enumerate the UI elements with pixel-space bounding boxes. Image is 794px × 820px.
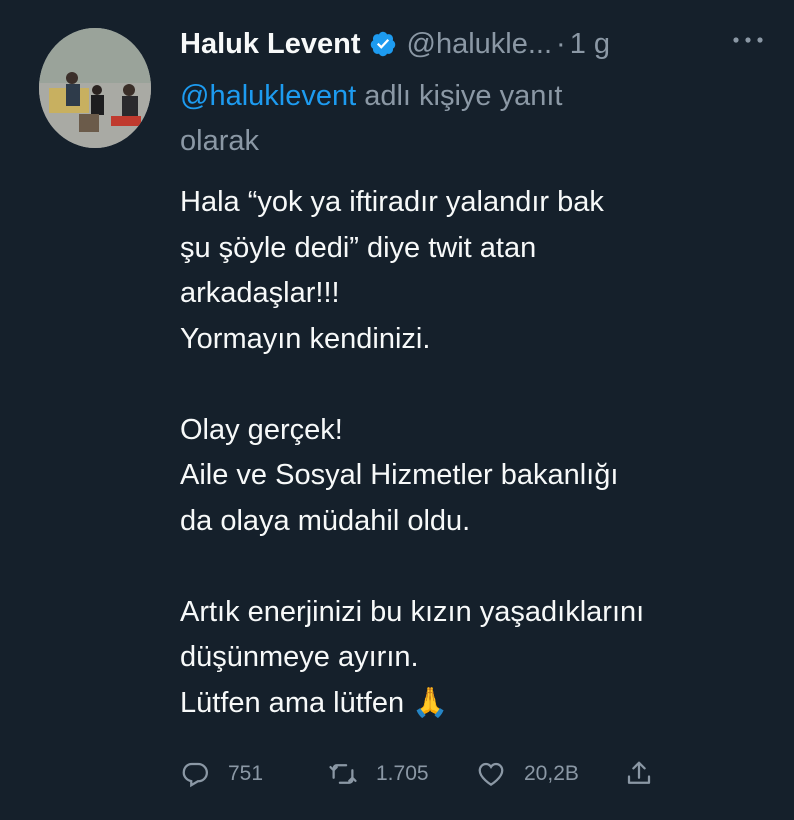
share-button[interactable] [624, 759, 654, 789]
reply-icon [182, 762, 209, 788]
retweet-icon [329, 764, 357, 784]
avatar-photo [39, 28, 151, 148]
more-options-icon[interactable] [730, 30, 766, 50]
tweet-header: Haluk Levent @halukle... · 1 g [180, 24, 774, 64]
tweet-line: Artık enerjinizi bu kızın yaşadıklarını [180, 595, 645, 628]
reply-count: 751 [228, 762, 264, 785]
replying-to: @haluklevent adlı kişiye yanıt olarak [180, 74, 700, 164]
tweet-line: şu şöyle dedi” diye twit atan [180, 231, 537, 264]
tweet-time[interactable]: 1 g [570, 28, 610, 61]
like-count: 20,2B [524, 762, 579, 785]
tweet-line: Aile ve Sosyal Hizmetler bakanlığı [180, 459, 619, 491]
author-name[interactable]: Haluk Levent [180, 28, 361, 61]
separator-dot: · [556, 27, 566, 60]
tweet-line: Lütfen ama lütfen 🙏 [180, 686, 449, 719]
verified-badge-icon [370, 31, 395, 57]
tweet-line: Yormayın kendinizi. [180, 322, 431, 355]
like-icon [478, 762, 504, 786]
tweet-line: da olaya müdahil oldu. [180, 504, 471, 537]
tweet-actions: 751 1.705 20,2B [180, 756, 780, 792]
replying-to-text: adlı kişiye yanıt [364, 80, 563, 112]
tweet-text: Hala “yok ya iftiradır yalandır bak şu ş… [180, 180, 780, 726]
like-button[interactable]: 20,2B [476, 759, 579, 789]
tweet-line: düşünmeye ayırın. [180, 641, 419, 673]
tweet-line: Hala “yok ya iftiradır yalandır bak [180, 186, 604, 218]
reply-button[interactable]: 751 [180, 759, 263, 789]
tweet-line: Olay gerçek! [180, 413, 343, 446]
tweet-line: arkadaşlar!!! [180, 277, 340, 309]
share-icon [627, 761, 651, 784]
reply-mention-link[interactable]: @haluklevent [180, 80, 356, 112]
retweet-count: 1.705 [376, 762, 429, 785]
retweet-button[interactable]: 1.705 [328, 759, 429, 789]
avatar[interactable] [39, 28, 151, 148]
replying-to-text-2: olarak [180, 125, 259, 157]
author-handle[interactable]: @halukle... [407, 28, 553, 61]
